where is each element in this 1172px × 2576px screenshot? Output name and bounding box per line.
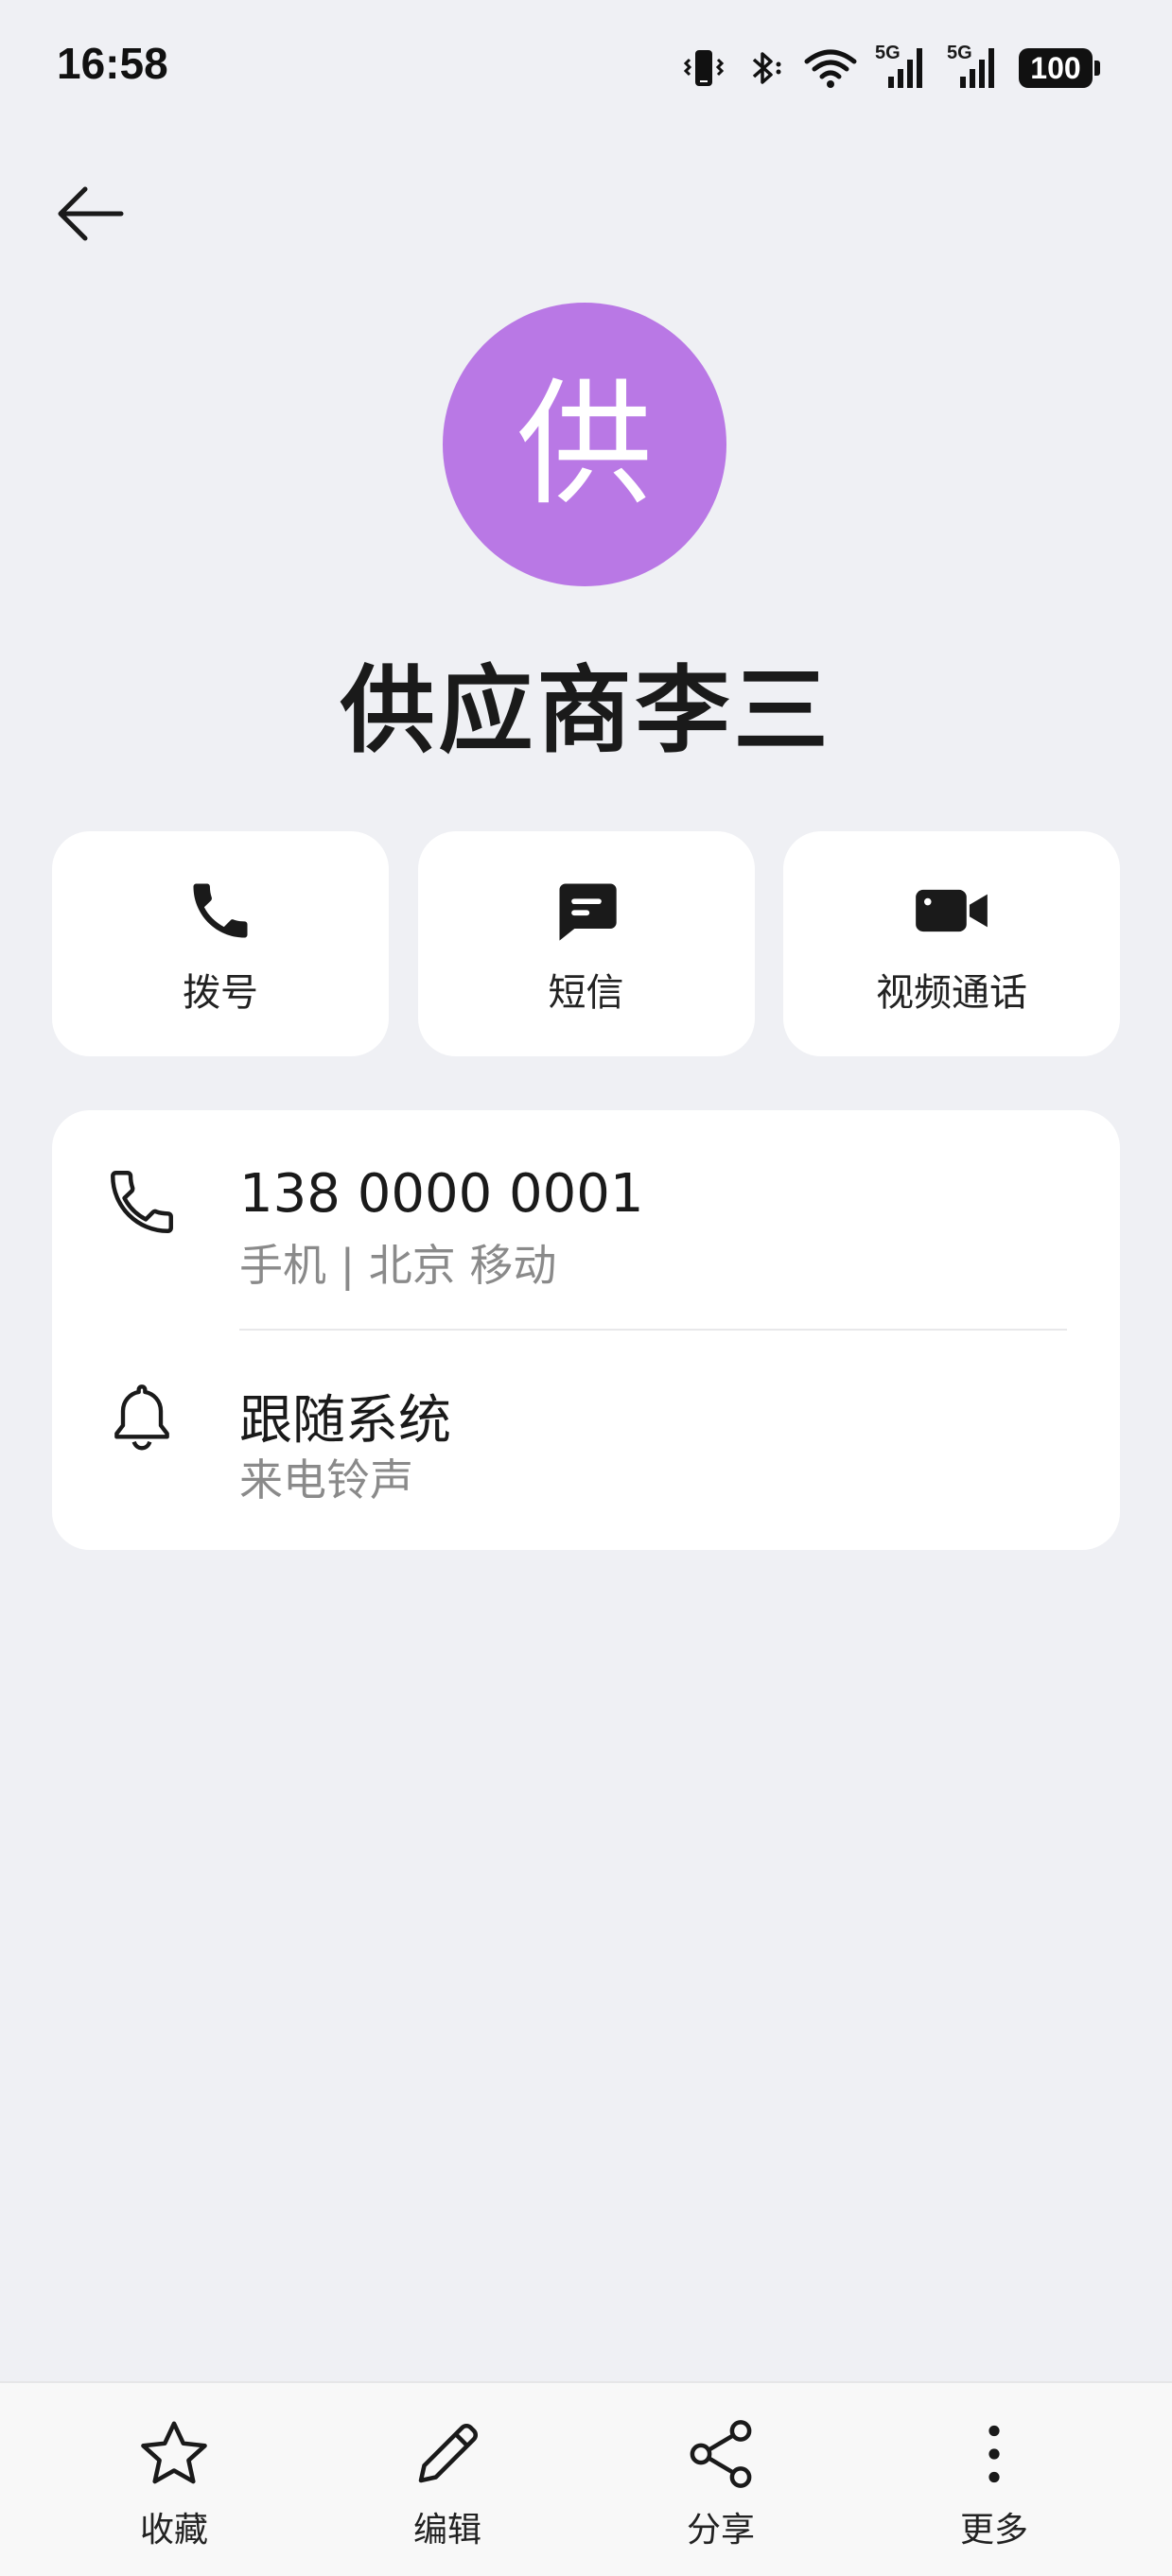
- phone-number: 138 0000 0001: [239, 1163, 644, 1225]
- back-button[interactable]: [45, 170, 136, 261]
- dial-label: 拨号: [183, 971, 258, 1015]
- video-call-label: 视频通话: [876, 971, 1027, 1015]
- edit-button[interactable]: 编辑: [362, 2383, 533, 2576]
- ringtone-value: 跟随系统: [239, 1390, 451, 1452]
- phone-outline-icon: [99, 1159, 184, 1244]
- favorite-label: 收藏: [139, 2511, 208, 2550]
- battery-icon: 100: [1019, 48, 1100, 88]
- dial-button[interactable]: 拨号: [52, 831, 389, 1056]
- wifi-icon: [803, 46, 858, 90]
- more-button[interactable]: 更多: [909, 2383, 1079, 2576]
- bottom-toolbar: 收藏 编辑 分享 更多: [0, 2381, 1172, 2576]
- ringtone-row[interactable]: 跟随系统 来电铃声: [52, 1325, 1120, 1533]
- phone-number-row[interactable]: 138 0000 0001 手机 | 北京 移动: [52, 1110, 1120, 1318]
- message-icon: [547, 871, 626, 950]
- status-time: 16:58: [57, 39, 168, 88]
- phone-icon: [181, 871, 260, 950]
- bell-icon: [99, 1374, 184, 1459]
- contact-name: 供应商李三: [340, 655, 832, 766]
- contact-info-card: 138 0000 0001 手机 | 北京 移动 跟随系统 来电铃声: [52, 1110, 1120, 1550]
- ringtone-label: 来电铃声: [239, 1454, 413, 1506]
- status-icons: 5G 5G 100: [682, 42, 1100, 95]
- video-call-icon: [912, 871, 991, 950]
- more-label: 更多: [959, 2511, 1028, 2550]
- vibrate-icon: [682, 46, 726, 90]
- star-icon: [131, 2411, 217, 2497]
- phone-detail: 手机 | 北京 移动: [239, 1240, 557, 1291]
- bluetooth-icon: [743, 46, 786, 90]
- favorite-button[interactable]: 收藏: [89, 2383, 259, 2576]
- message-label: 短信: [548, 971, 624, 1015]
- status-bar: 16:58 5G 5G 100: [0, 0, 1172, 142]
- cellular-signal-icon: 5G: [875, 43, 930, 92]
- quick-actions: 拨号 短信 视频通话: [52, 831, 1120, 1056]
- avatar: 供: [443, 303, 726, 586]
- arrow-left-icon: [53, 176, 129, 255]
- message-button[interactable]: 短信: [417, 831, 755, 1056]
- more-vertical-icon: [952, 2411, 1037, 2497]
- video-call-button[interactable]: 视频通话: [783, 831, 1120, 1056]
- share-button[interactable]: 分享: [636, 2383, 806, 2576]
- cellular-signal-icon-2: 5G: [947, 43, 1002, 92]
- edit-label: 编辑: [412, 2511, 481, 2550]
- share-label: 分享: [686, 2511, 755, 2550]
- pencil-icon: [405, 2411, 490, 2497]
- share-icon: [678, 2411, 763, 2497]
